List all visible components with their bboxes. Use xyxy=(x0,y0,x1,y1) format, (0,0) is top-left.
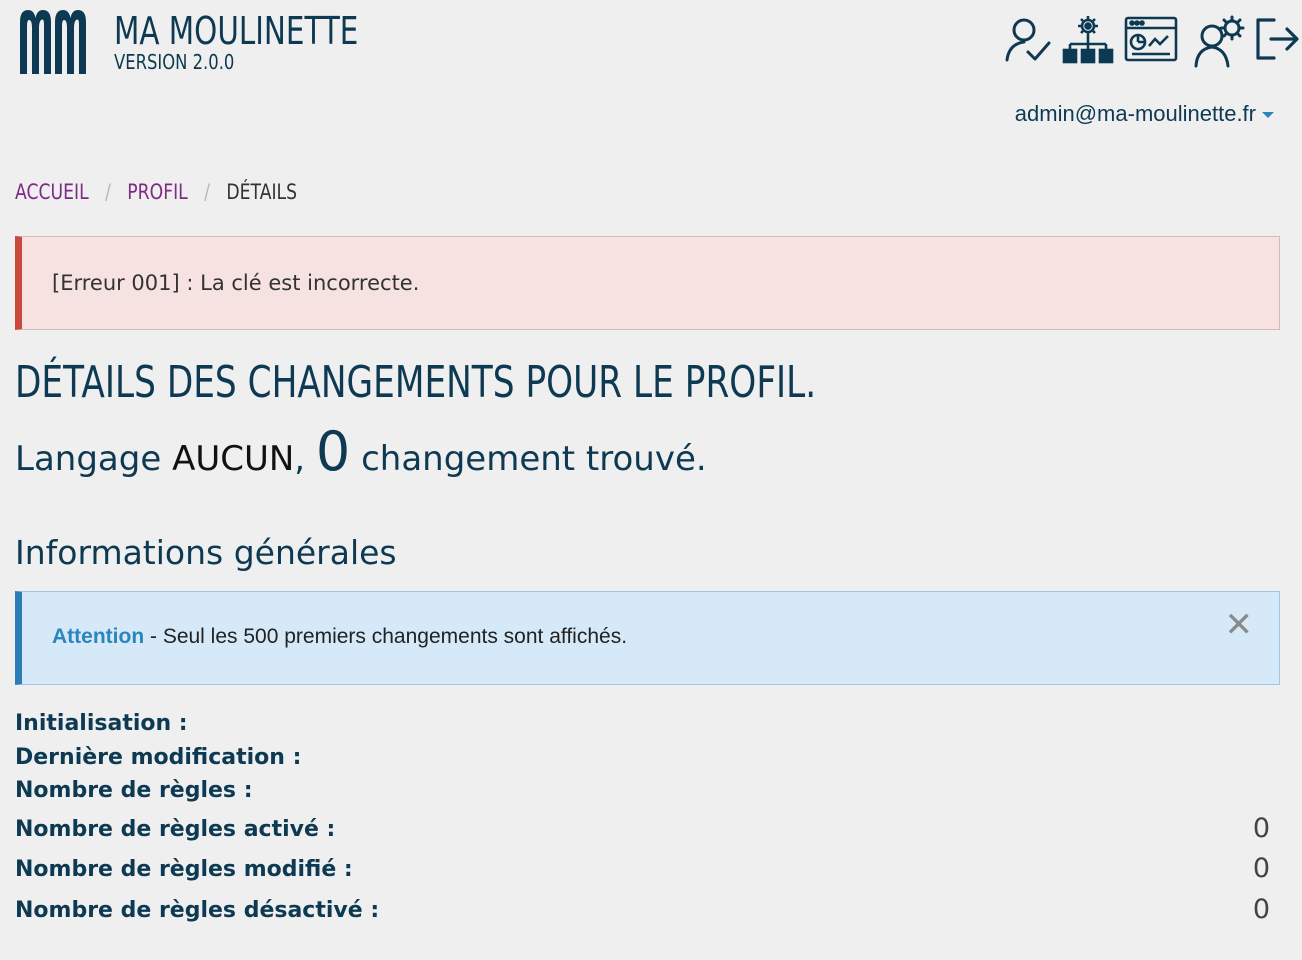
info-alert: Attention - Seul les 500 premiers change… xyxy=(15,591,1280,685)
info-value: 0 xyxy=(1252,894,1270,925)
info-message-strong: Attention xyxy=(52,625,145,648)
user-email: admin@ma-moulinette.fr xyxy=(1014,101,1256,126)
info-row-rules-deactivated: Nombre de règles désactivé : 0 xyxy=(15,894,1270,925)
breadcrumb-separator: / xyxy=(105,180,111,204)
info-row-last-modification: Dernière modification : xyxy=(15,745,1270,770)
info-label: Nombre de règles modifié : xyxy=(15,857,353,882)
info-label: Nombre de règles désactivé : xyxy=(15,898,380,923)
error-alert: [Erreur 001] : La clé est incorrecte. xyxy=(15,236,1280,330)
logout-icon[interactable] xyxy=(1254,14,1300,64)
page-title: DÉTAILS DES CHANGEMENTS POUR LE PROFIL. xyxy=(15,357,817,408)
dashboard-window-icon[interactable] xyxy=(1124,14,1178,64)
info-label: Dernière modification : xyxy=(15,745,302,770)
app-version: VERSION 2.0.0 xyxy=(114,50,235,74)
breadcrumb-separator: / xyxy=(204,180,210,204)
change-summary: Langage AUCUN, 0 changement trouvé. xyxy=(15,420,707,483)
info-row-initialisation: Initialisation : xyxy=(15,711,1270,736)
users-settings-icon[interactable] xyxy=(1192,14,1248,68)
summary-prefix: Langage xyxy=(15,439,162,479)
change-count: 0 xyxy=(315,420,351,483)
chevron-down-icon xyxy=(1262,112,1274,119)
mm-logo-icon xyxy=(20,10,86,74)
user-check-icon[interactable] xyxy=(1004,14,1052,64)
info-value: 0 xyxy=(1252,853,1270,884)
breadcrumb-current: DÉTAILS xyxy=(226,180,298,204)
close-icon[interactable]: ✕ xyxy=(1225,608,1254,642)
info-row-rules-activated: Nombre de règles activé : 0 xyxy=(15,813,1270,844)
section-title-general-info: Informations générales xyxy=(15,533,397,572)
info-row-rules-modified: Nombre de règles modifié : 0 xyxy=(15,853,1270,884)
app-title: MA MOULINETTE xyxy=(114,9,359,53)
user-menu-dropdown[interactable]: admin@ma-moulinette.fr xyxy=(1015,101,1274,127)
info-label: Nombre de règles : xyxy=(15,778,253,803)
breadcrumb-profile[interactable]: PROFIL xyxy=(127,180,187,204)
info-label: Initialisation : xyxy=(15,711,188,736)
breadcrumb-home[interactable]: ACCUEIL xyxy=(15,180,89,204)
summary-suffix: changement trouvé. xyxy=(361,439,707,479)
info-label: Nombre de règles activé : xyxy=(15,817,336,842)
breadcrumb: ACCUEIL / PROFIL / DÉTAILS xyxy=(15,180,297,204)
error-message: [Erreur 001] : La clé est incorrecte. xyxy=(52,271,420,295)
info-value: 0 xyxy=(1252,813,1270,844)
summary-comma: , xyxy=(294,439,306,479)
sitemap-gear-icon[interactable] xyxy=(1062,14,1114,64)
info-row-rule-count: Nombre de règles : xyxy=(15,778,1270,803)
info-message: Attention - Seul les 500 premiers change… xyxy=(52,625,627,649)
language-value: AUCUN xyxy=(172,439,295,479)
info-message-text: - Seul les 500 premiers changements sont… xyxy=(144,625,628,648)
